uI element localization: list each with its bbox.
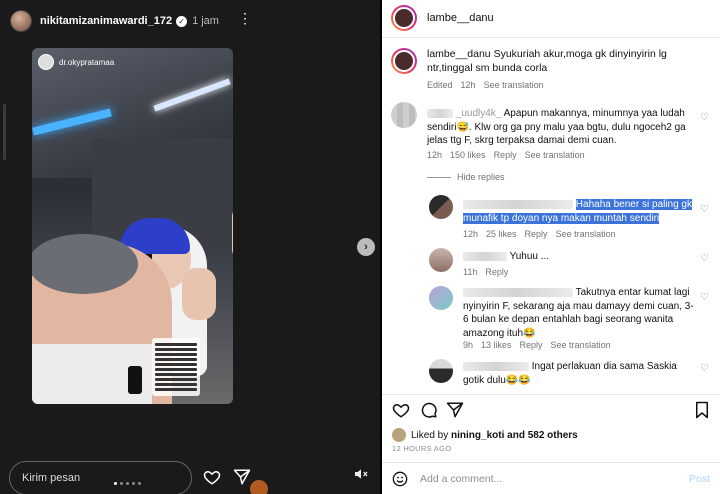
post-avatar[interactable] (391, 5, 417, 31)
like-comment-icon[interactable]: ♡ (700, 293, 710, 303)
liker-avatar (392, 428, 406, 442)
blurred-username (463, 287, 573, 297)
story-time: 1 jam (192, 15, 219, 27)
like-comment-icon[interactable]: ♡ (700, 254, 710, 264)
emoji-icon[interactable] (392, 471, 408, 487)
caption-avatar[interactable] (391, 48, 417, 74)
reply-likes[interactable]: 13 likes (481, 340, 512, 350)
tag-avatar (38, 54, 54, 70)
blurred-username (463, 361, 529, 371)
send-icon[interactable] (232, 468, 252, 486)
comment-likes[interactable]: 150 likes (450, 150, 486, 160)
reply-button[interactable]: Reply (485, 267, 508, 277)
reply-body: Yuhuu ... (509, 251, 550, 262)
reply-age: 12h (463, 229, 479, 239)
add-comment-bar: Add a comment... Post (382, 462, 720, 494)
story-tag[interactable]: dr.okypratamaa (38, 54, 114, 70)
more-options-icon[interactable]: ⋮ (238, 11, 252, 25)
story-header: nikitamizanimawardi_172 ✓ 1 jam (10, 8, 219, 34)
liked-by-user[interactable]: nining_koti (451, 430, 504, 441)
comment-username[interactable]: _uudly4k_ (456, 108, 502, 119)
reply-meta: 12h 25 likes Reply See translation (463, 229, 624, 239)
person-hand (232, 208, 233, 258)
post-time: 12 HOURS AGO (392, 444, 452, 453)
liked-by-prefix: Liked by (411, 429, 449, 441)
reply-button[interactable]: Reply (520, 340, 543, 350)
comment-meta: 12h 150 likes Reply See translation (427, 150, 593, 160)
story-progress-dots (112, 482, 142, 485)
story-sticker-text (152, 338, 200, 396)
post-actions (382, 394, 720, 422)
comment-icon[interactable] (420, 401, 438, 419)
avatar (250, 480, 268, 494)
blurred-username (463, 251, 507, 261)
person-hand (182, 268, 216, 320)
reply-age: 11h (463, 267, 478, 277)
liked-by: Liked by nining_koti and 582 others (392, 428, 578, 442)
caption-age: 12h (460, 80, 476, 90)
blurred-username (463, 199, 573, 209)
scroll-indicator (3, 104, 6, 160)
caption-meta: Edited 12h See translation (427, 80, 552, 90)
reply-text: Yuhuu ... (463, 250, 693, 264)
hide-replies-line (427, 177, 451, 178)
reply-age: 9h (463, 340, 474, 350)
post-header: lambe__danu (382, 0, 720, 38)
reply-likes[interactable]: 25 likes (486, 229, 517, 239)
see-translation-link[interactable]: See translation (551, 340, 611, 350)
reply-meta: 9h 13 likes Reply See translation (463, 340, 619, 350)
screen: nikitamizanimawardi_172 ✓ 1 jam ⋮ dr.oky… (0, 0, 720, 494)
reply-avatar[interactable] (429, 286, 453, 310)
see-translation-link[interactable]: See translation (556, 229, 616, 239)
person-front-hair (32, 234, 138, 294)
reply-text: Ingat perlakuan dia sama Saskia gotik du… (463, 360, 693, 387)
hide-replies-button[interactable]: Hide replies (457, 172, 505, 182)
post-comment-button[interactable]: Post (689, 473, 710, 485)
story-viewer: nikitamizanimawardi_172 ✓ 1 jam ⋮ dr.oky… (0, 0, 382, 494)
caption-translate[interactable]: See translation (484, 80, 544, 90)
reply-text: Takutnya entar kumat lagi nyinyirin F, s… (463, 286, 695, 340)
see-translation-link[interactable]: See translation (525, 150, 585, 160)
message-input[interactable]: Kirim pesan (9, 461, 192, 494)
reply-button[interactable]: Reply (494, 150, 517, 160)
verified-icon: ✓ (176, 15, 188, 27)
reply-meta: 11h Reply (463, 267, 516, 277)
like-comment-icon[interactable]: ♡ (700, 364, 710, 374)
post-username[interactable]: lambe__danu (427, 12, 494, 24)
reply-avatar[interactable] (429, 248, 453, 272)
add-comment-input[interactable]: Add a comment... (420, 473, 502, 485)
heart-icon[interactable] (392, 401, 410, 419)
comments-list[interactable]: lambe__danu Syukuriah akur,moga gk dinyi… (382, 38, 720, 388)
tag-username: dr.okypratamaa (59, 57, 115, 67)
clip-mic (128, 366, 142, 394)
liked-by-count[interactable]: and 582 others (507, 430, 578, 441)
speaker-muted-icon[interactable] (353, 466, 369, 482)
like-comment-icon[interactable]: ♡ (700, 205, 710, 215)
caption-username[interactable]: lambe__danu (427, 48, 491, 60)
reply-avatar[interactable] (429, 195, 453, 219)
story-media[interactable]: dr.okypratamaa (32, 48, 233, 404)
post-caption: lambe__danu Syukuriah akur,moga gk dinyi… (427, 47, 707, 75)
post-panel: lambe__danu lambe__danu Syukuriah akur,m… (382, 0, 720, 494)
next-story-button[interactable]: › (357, 238, 375, 256)
reply-avatar[interactable] (429, 359, 453, 383)
blurred-username (427, 108, 453, 118)
comment-avatar[interactable] (391, 102, 417, 128)
comment-text: _uudly4k_ Apapun makannya, minumnya yaa … (427, 107, 697, 148)
caption-edited: Edited (427, 80, 453, 90)
story-username[interactable]: nikitamizanimawardi_172 (40, 15, 172, 27)
reply-text: Hahaha bener si paling gk munafik tp doy… (463, 198, 693, 225)
bookmark-icon[interactable] (693, 401, 711, 419)
story-avatar[interactable] (10, 10, 32, 32)
heart-icon[interactable] (203, 468, 221, 486)
like-comment-icon[interactable]: ♡ (700, 113, 710, 123)
reply-button[interactable]: Reply (525, 229, 548, 239)
comment-age: 12h (427, 150, 443, 160)
share-icon[interactable] (446, 401, 464, 419)
